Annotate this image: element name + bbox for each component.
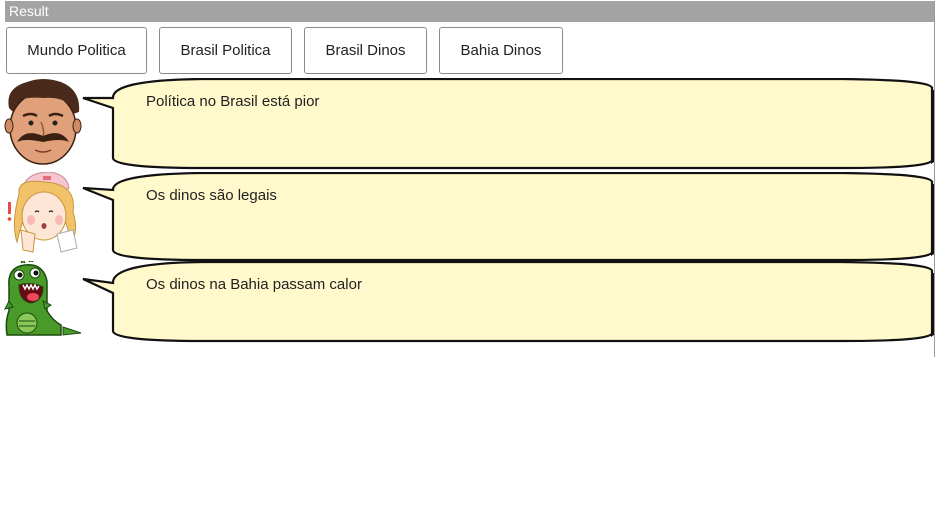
brasil-dinos-button[interactable]: Brasil Dinos — [304, 27, 427, 74]
nurse-girl-icon — [7, 172, 78, 253]
speech-bubble — [82, 78, 934, 170]
message-text: Política no Brasil está pior — [146, 93, 320, 110]
mundo-politica-button[interactable]: Mundo Politica — [6, 27, 147, 74]
green-dinosaur-icon — [4, 261, 82, 336]
message-text: Os dinos são legais — [146, 187, 277, 204]
message-row: Os dinos na Bahia passam calor — [0, 261, 935, 343]
mustache-man-icon — [4, 79, 82, 165]
message-text: Os dinos na Bahia passam calor — [146, 276, 362, 293]
message-row: Política no Brasil está pior — [0, 78, 935, 170]
speech-bubble — [82, 261, 934, 343]
brasil-politica-button[interactable]: Brasil Politica — [159, 27, 292, 74]
result-title: Result — [9, 3, 49, 19]
bahia-dinos-button[interactable]: Bahia Dinos — [439, 27, 563, 74]
result-title-bar: Result — [5, 1, 934, 22]
speech-bubble — [82, 172, 934, 262]
message-row: Os dinos são legais — [0, 172, 935, 262]
